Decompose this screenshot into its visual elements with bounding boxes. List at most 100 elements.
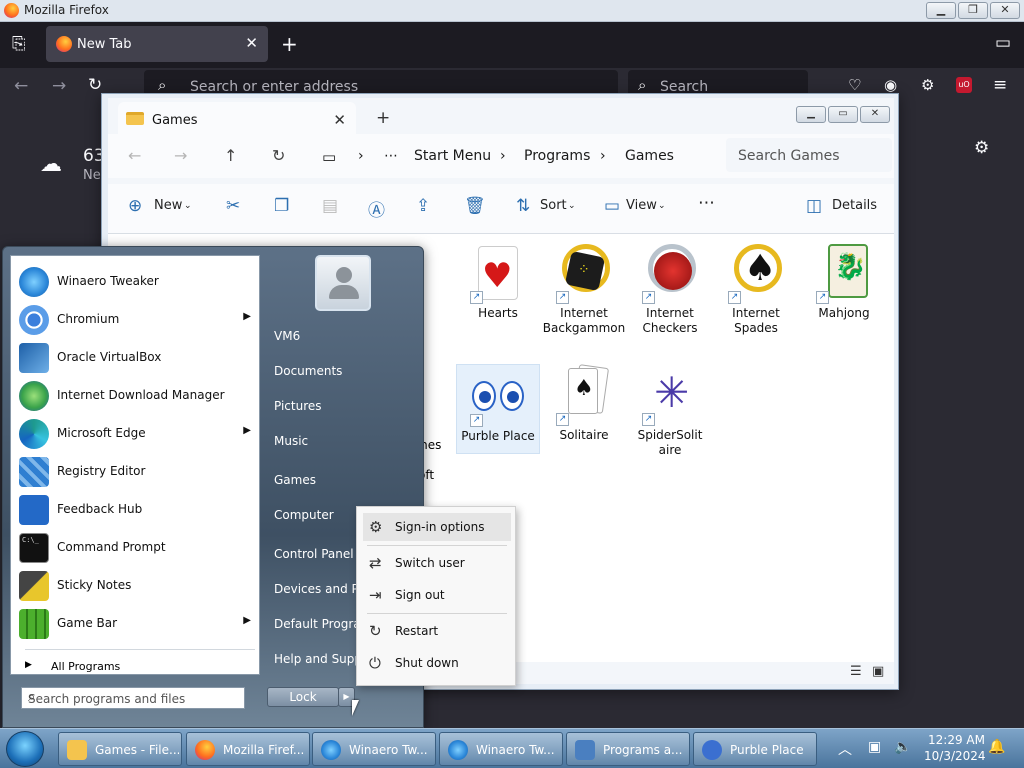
program-chromium[interactable]: Chromium ▶ bbox=[17, 302, 255, 338]
close-tab-icon[interactable]: ✕ bbox=[333, 111, 346, 129]
start-link-vm6[interactable]: VM6 bbox=[274, 329, 300, 343]
start-link-documents[interactable]: Documents bbox=[274, 364, 342, 378]
list-item-internet-checkers[interactable]: ↗ Internet Checkers bbox=[628, 242, 712, 336]
user-avatar[interactable] bbox=[315, 255, 371, 311]
up-arrow-icon[interactable]: ↑ bbox=[224, 146, 237, 165]
tab-new-tab[interactable]: New Tab ✕ bbox=[46, 26, 268, 62]
new-dropdown-icon[interactable]: ⌄ bbox=[184, 201, 192, 211]
clock-time[interactable]: 12:29 AM bbox=[928, 733, 985, 747]
new-tab-plus-icon[interactable]: + bbox=[376, 108, 390, 128]
new-plus-icon[interactable]: ⊕ bbox=[128, 196, 142, 216]
menu-item-sign-in-options[interactable]: ⚙ Sign-in options bbox=[363, 513, 511, 541]
breadcrumb-item-games[interactable]: Games bbox=[625, 148, 674, 164]
program-feedback-hub[interactable]: Feedback Hub bbox=[17, 492, 255, 528]
cut-icon[interactable]: ✂ bbox=[226, 196, 240, 216]
list-item-hearts[interactable]: ♥ ↗ Hearts bbox=[456, 242, 540, 321]
network-icon[interactable]: ▣ bbox=[868, 739, 881, 755]
taskbar-button-purble-place[interactable]: Purble Place bbox=[693, 732, 817, 766]
program-game-bar[interactable]: Game Bar ▶ bbox=[17, 606, 255, 642]
close-tab-icon[interactable]: ✕ bbox=[245, 34, 258, 52]
program-command-prompt[interactable]: C:\_ Command Prompt bbox=[17, 530, 255, 566]
list-item-solitaire[interactable]: ♠ ↗ Solitaire bbox=[542, 364, 626, 443]
start-search-input[interactable]: Search programs and files ⌕ bbox=[21, 687, 245, 709]
pocket-icon[interactable]: ♡ bbox=[848, 76, 861, 94]
clock-date[interactable]: 10/3/2024 bbox=[924, 749, 986, 763]
copy-icon[interactable]: ❐ bbox=[274, 196, 289, 216]
sort-button[interactable]: Sort bbox=[540, 198, 567, 213]
list-item-internet-backgammon[interactable]: ⁘ ↗ Internet Backgammon bbox=[542, 242, 626, 336]
taskbar-button-winaero-tweaker-1[interactable]: Winaero Tw... bbox=[312, 732, 436, 766]
sort-dropdown-icon[interactable]: ⌄ bbox=[568, 201, 576, 211]
taskbar-button-winaero-tweaker-2[interactable]: Winaero Tw... bbox=[439, 732, 563, 766]
tiles-view-icon[interactable]: ▣ bbox=[872, 664, 884, 679]
menu-item-shut-down[interactable]: ⏻ Shut down bbox=[363, 649, 511, 677]
breadcrumb-chevron-icon[interactable]: › bbox=[358, 148, 364, 164]
account-icon[interactable]: ◉ bbox=[884, 76, 897, 94]
menu-item-switch-user[interactable]: ⇄ Switch user bbox=[363, 549, 511, 577]
start-button[interactable] bbox=[6, 731, 44, 767]
firefox-close-button[interactable]: ✕ bbox=[990, 2, 1020, 19]
new-tab-plus-icon[interactable]: + bbox=[281, 32, 298, 56]
program-oracle-virtualbox[interactable]: Oracle VirtualBox bbox=[17, 340, 255, 376]
list-item-mahjong[interactable]: 🐉 ↗ Mahjong bbox=[802, 242, 886, 321]
delete-icon[interactable]: 🗑 bbox=[464, 196, 486, 216]
all-programs-button[interactable]: ▶ All Programs bbox=[25, 658, 255, 676]
view-dropdown-icon[interactable]: ⌄ bbox=[658, 201, 666, 211]
extensions-icon[interactable]: ⚙ bbox=[921, 76, 934, 94]
more-dots-icon[interactable]: ⋯ bbox=[384, 148, 398, 164]
refresh-icon[interactable]: ↻ bbox=[272, 146, 285, 165]
rename-icon[interactable]: Ⓐ bbox=[368, 196, 385, 221]
program-registry-editor[interactable]: Registry Editor bbox=[17, 454, 255, 490]
show-hidden-icons-chevron-icon[interactable]: ︿ bbox=[838, 739, 852, 759]
start-link-computer[interactable]: Computer bbox=[274, 508, 334, 522]
details-button[interactable]: Details bbox=[832, 198, 877, 213]
list-view-icon[interactable]: ☰ bbox=[850, 664, 862, 679]
back-arrow-icon[interactable]: ← bbox=[14, 76, 28, 96]
taskbar-button-mozilla-firefox[interactable]: Mozilla Firef... bbox=[186, 732, 310, 766]
ublock-origin-icon[interactable]: uO bbox=[956, 77, 972, 93]
list-item-internet-spades[interactable]: ♠ ↗ Internet Spades bbox=[714, 242, 798, 336]
reload-icon[interactable]: ↻ bbox=[88, 75, 102, 95]
taskbar-button-programs-and-features[interactable]: Programs a... bbox=[566, 732, 690, 766]
menu-item-restart[interactable]: ↻ Restart bbox=[363, 617, 511, 645]
explorer-minimize-button[interactable]: ▁ bbox=[796, 106, 826, 123]
start-link-music[interactable]: Music bbox=[274, 434, 308, 448]
breadcrumb-chevron-icon[interactable]: › bbox=[500, 148, 506, 164]
search-games-input[interactable]: Search Games bbox=[726, 138, 892, 172]
taskbar-button-games-file-explorer[interactable]: Games - File... bbox=[58, 732, 182, 766]
firefox-restore-button[interactable]: ❐ bbox=[958, 2, 988, 19]
sort-icon[interactable]: ⇅ bbox=[516, 196, 530, 216]
lock-button[interactable]: Lock bbox=[267, 687, 339, 707]
view-icon[interactable]: ▭ bbox=[604, 196, 620, 216]
details-pane-icon[interactable]: ◫ bbox=[806, 196, 822, 216]
start-link-control-panel[interactable]: Control Panel bbox=[274, 547, 354, 561]
program-microsoft-edge[interactable]: Microsoft Edge ▶ bbox=[17, 416, 255, 452]
program-sticky-notes[interactable]: Sticky Notes bbox=[17, 568, 255, 604]
menu-item-sign-out[interactable]: ⇥ Sign out bbox=[363, 581, 511, 609]
forward-arrow-icon[interactable]: → bbox=[174, 146, 187, 165]
share-icon[interactable]: ⇪ bbox=[416, 196, 430, 216]
firefox-minimize-button[interactable]: ▁ bbox=[926, 2, 956, 19]
program-winaero-tweaker[interactable]: Winaero Tweaker bbox=[17, 264, 255, 300]
breadcrumb-item-start-menu[interactable]: Start Menu bbox=[414, 148, 491, 164]
paste-icon[interactable]: ▤ bbox=[322, 196, 338, 216]
notification-bell-icon[interactable]: 🔔 bbox=[988, 739, 1005, 755]
tab-list-icon[interactable]: ⎘ bbox=[12, 34, 26, 54]
forward-arrow-icon[interactable]: → bbox=[52, 76, 66, 96]
explorer-maximize-button[interactable]: ▭ bbox=[828, 106, 858, 123]
list-item-purble-place[interactable]: ↗ Purble Place bbox=[456, 364, 540, 454]
program-internet-download-manager[interactable]: Internet Download Manager bbox=[17, 378, 255, 414]
more-options-icon[interactable]: ⋯ bbox=[698, 193, 715, 213]
start-link-games[interactable]: Games bbox=[274, 473, 316, 487]
menu-hamburger-icon[interactable]: ≡ bbox=[993, 75, 1007, 95]
breadcrumb-item-programs[interactable]: Programs bbox=[524, 148, 590, 164]
view-button[interactable]: View bbox=[626, 198, 657, 213]
sidebar-toggle-icon[interactable]: ▭ bbox=[995, 33, 1011, 53]
list-item-spidersolitaire[interactable]: ✳ ↗ SpiderSolitaire bbox=[628, 364, 712, 458]
settings-gear-icon[interactable]: ⚙ bbox=[974, 138, 989, 158]
breadcrumb[interactable]: ▭ › ⋯ Start Menu › Programs › Games bbox=[314, 138, 714, 172]
volume-icon[interactable]: 🔈 bbox=[894, 739, 911, 755]
back-arrow-icon[interactable]: ← bbox=[128, 146, 141, 165]
new-button[interactable]: New bbox=[154, 198, 182, 213]
explorer-tab-games[interactable]: Games ✕ bbox=[118, 102, 356, 138]
